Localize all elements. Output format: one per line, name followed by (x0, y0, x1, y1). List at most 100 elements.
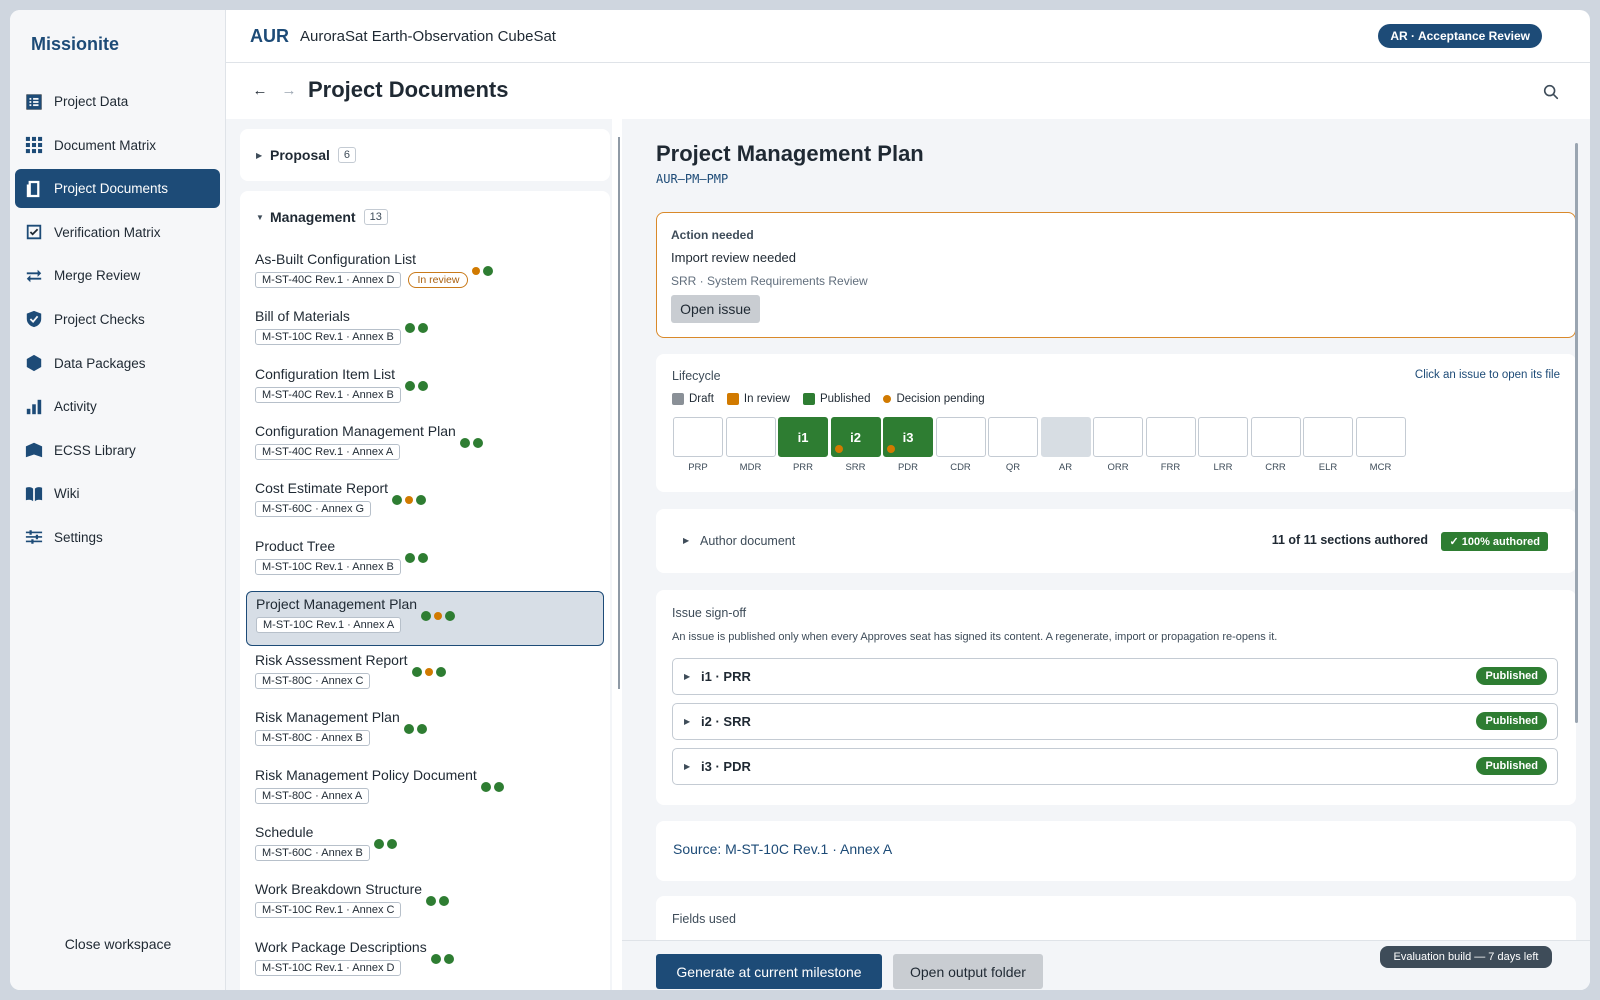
milestone-label: SRR (845, 462, 866, 473)
signoff-issue-row[interactable]: ▶ i2 · SRR Published (672, 703, 1558, 740)
standard-tag: M-ST-10C Rev.1 · Annex A (256, 616, 402, 633)
sidebar-item-document-matrix[interactable]: Document Matrix (15, 126, 220, 165)
group-proposal-header[interactable]: ▶ Proposal 6 (240, 129, 610, 181)
document-row[interactable]: Schedule M-ST-60C · Annex B (246, 820, 604, 875)
published-dot (494, 781, 504, 792)
document-row[interactable]: Project Management Plan M-ST-10C Rev.1 · … (246, 590, 604, 646)
standard-tag: M-ST-10C Rev.1 · Annex D (255, 959, 402, 976)
sections-authored-count: 11 of 11 sections authored (1271, 533, 1428, 547)
milestone-prp: PRP (673, 417, 723, 473)
sidebar-item-label: Merge Review (54, 268, 141, 284)
forward-arrow-icon[interactable]: → (279, 80, 299, 100)
milestone-cell[interactable]: i1 (778, 417, 828, 457)
legend-swatch (672, 393, 684, 405)
sidebar-item-merge-review[interactable]: Merge Review (15, 256, 220, 295)
status-badge: Published (1476, 757, 1547, 775)
milestone-badge[interactable]: AR · Acceptance Review (1378, 24, 1542, 48)
issue-label: i1 · PRR (701, 669, 751, 684)
document-row[interactable]: As-Built Configuration List M-ST-40C Rev.… (246, 247, 604, 302)
milestone-cell[interactable] (988, 417, 1038, 457)
document-row[interactable]: Risk Management Policy Document M-ST-80C … (246, 763, 604, 818)
author-document-card[interactable]: ▶ Author document 11 of 11 sections auth… (656, 509, 1576, 573)
top-bar: AUR AuroraSat Earth-Observation CubeSat … (226, 10, 1590, 63)
issue-status-dots (405, 552, 428, 563)
document-title: Project Management Plan (656, 141, 924, 166)
decision-pending-dot (887, 445, 895, 453)
published-dot (431, 953, 441, 964)
milestone-cell[interactable] (1303, 417, 1353, 457)
legend-swatch (802, 393, 815, 405)
pane-divider[interactable] (618, 137, 620, 689)
lifecycle-legend: Draft In review Published Decision pending (672, 393, 998, 405)
sidebar-item-label: Project Data (54, 94, 129, 109)
authored-badge: ✓ 100% authored (1441, 532, 1548, 551)
sidebar-item-project-documents[interactable]: Project Documents (15, 169, 220, 209)
document-name: Configuration Item List (255, 365, 396, 382)
document-name: Work Breakdown Structure (255, 881, 423, 898)
open-issue-button[interactable]: Open issue (671, 295, 760, 323)
milestone-cell[interactable] (1040, 417, 1091, 457)
signoff-issue-row[interactable]: ▶ i1 · PRR Published (672, 658, 1558, 695)
milestone-crr: CRR (1250, 417, 1301, 473)
document-row[interactable]: Work Breakdown Structure M-ST-10C Rev.1 ·… (246, 877, 604, 932)
sidebar-item-label: Activity (54, 399, 97, 415)
sidebar-item-project-data[interactable]: Project Data (15, 82, 220, 121)
standard-tag: M-ST-80C · Annex A (255, 787, 370, 804)
document-row[interactable]: Configuration Item List M-ST-40C Rev.1 · … (246, 362, 604, 417)
sidebar-item-label: Settings (54, 529, 103, 545)
document-row[interactable]: Risk Management Plan M-ST-80C · Annex B (246, 705, 604, 760)
published-dot (404, 724, 414, 735)
issue-label: i2 (850, 429, 861, 445)
issue-status-dots (421, 610, 455, 621)
group-management-header[interactable]: ▼ Management 13 (240, 191, 610, 243)
standard-tag: M-ST-10C Rev.1 · Annex C (255, 902, 402, 919)
search-icon[interactable] (1542, 83, 1560, 101)
sidebar-item-activity[interactable]: Activity (15, 387, 220, 426)
document-row[interactable]: Work Package Descriptions M-ST-10C Rev.1 … (246, 935, 604, 990)
signoff-issue-row[interactable]: ▶ i3 · PDR Published (672, 748, 1558, 785)
source-link[interactable]: Source: M-ST-10C Rev.1 · Annex A (673, 841, 892, 857)
sidebar-item-project-checks[interactable]: Project Checks (15, 300, 220, 339)
milestone-cell[interactable] (725, 417, 776, 457)
generate-button[interactable]: Generate at current milestone (656, 954, 882, 989)
document-row[interactable]: Configuration Management Plan M-ST-40C Re… (246, 419, 604, 474)
group-title: Management (270, 209, 356, 225)
document-row[interactable]: Product Tree M-ST-10C Rev.1 · Annex B (246, 534, 604, 589)
close-workspace-button[interactable]: Close workspace (10, 936, 226, 952)
milestone-cell[interactable] (935, 417, 986, 457)
document-icon (24, 179, 44, 199)
page-title: Project Documents (308, 77, 509, 102)
sidebar-item-data-packages[interactable]: Data Packages (15, 344, 220, 383)
document-row[interactable]: Cost Estimate Report M-ST-60C · Annex G (246, 476, 604, 531)
milestone-cell[interactable] (1145, 417, 1196, 457)
milestone-cell[interactable] (673, 417, 723, 457)
standard-tag: M-ST-60C · Annex G (255, 501, 372, 518)
page-header: ← → Project Documents (226, 63, 1590, 119)
open-output-folder-button[interactable]: Open output folder (893, 954, 1043, 989)
milestone-cell[interactable] (1355, 417, 1406, 457)
back-arrow-icon[interactable]: ← (250, 80, 270, 100)
milestone-cell[interactable]: i2 (830, 417, 881, 457)
milestone-cell[interactable] (1198, 417, 1248, 457)
published-dot (483, 266, 493, 276)
milestone-cell[interactable]: i3 (883, 417, 933, 457)
group-management: ▼ Management 13 As-Built Configuration L… (240, 191, 610, 990)
milestone-cell[interactable] (1250, 417, 1301, 457)
milestone-label: AR (1058, 462, 1073, 473)
sidebar-item-settings[interactable]: Settings (15, 518, 220, 557)
milestone-cell[interactable] (1093, 417, 1143, 457)
standard-tag: M-ST-80C · Annex B (255, 730, 370, 747)
document-row[interactable]: Risk Assessment Report M-ST-80C · Annex C (246, 648, 604, 703)
expand-triangle-icon: ▶ (684, 672, 691, 681)
document-row[interactable]: Bill of Materials M-ST-10C Rev.1 · Annex … (246, 304, 604, 359)
published-dot (426, 896, 436, 907)
sidebar-nav: Project Data Document Matrix Project Docum… (15, 82, 220, 562)
sidebar-item-wiki[interactable]: Wiki (15, 474, 220, 513)
published-dot (412, 667, 422, 678)
sidebar-item-ecss-library[interactable]: ECSS Library (15, 431, 220, 470)
sidebar-item-verification-matrix[interactable]: Verification Matrix (15, 213, 220, 252)
author-document-label: Author document (700, 534, 796, 548)
detail-scrollbar[interactable] (1575, 143, 1578, 723)
published-dot (418, 552, 428, 563)
pending-dot (472, 267, 480, 275)
